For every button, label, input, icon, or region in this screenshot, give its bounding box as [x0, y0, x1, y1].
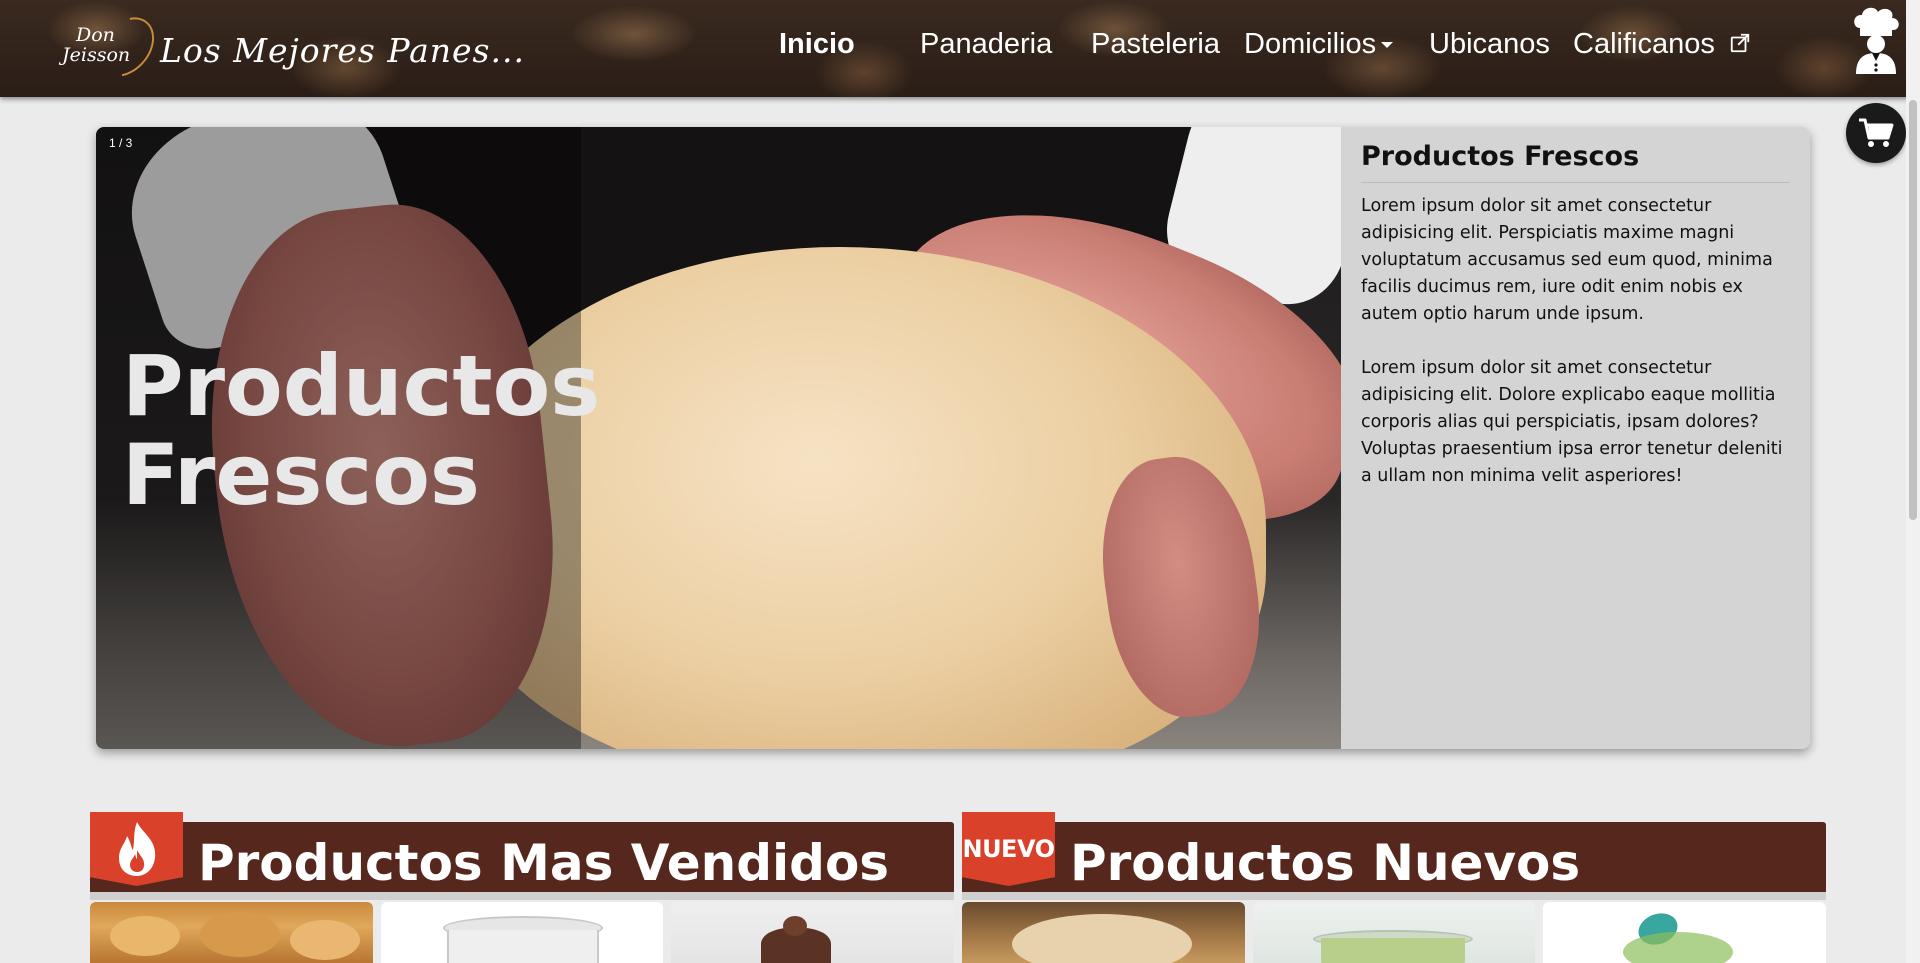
chef-icon[interactable] — [1850, 6, 1902, 74]
logo-line-don: Don — [76, 24, 115, 46]
external-link-icon — [1730, 33, 1750, 53]
product-card[interactable] — [90, 902, 373, 963]
chevron-down-icon — [1381, 42, 1394, 49]
best-sellers-badge — [90, 812, 183, 886]
new-products-section: NUEVO Productos Nuevos — [962, 812, 1827, 963]
product-card[interactable] — [962, 902, 1245, 963]
new-products-cards — [962, 902, 1827, 963]
cart-icon — [1859, 118, 1894, 147]
hero-paragraph-1: Lorem ipsum dolor sit amet consectetur a… — [1361, 196, 1773, 324]
product-card[interactable] — [671, 902, 955, 963]
nav-item-domicilios-label: Domicilios — [1244, 28, 1377, 60]
nuevo-badge-text: NUEVO — [962, 835, 1055, 863]
hero-slide-image[interactable]: 1 / 3 Productos Frescos — [96, 127, 1341, 749]
product-card[interactable] — [380, 902, 664, 963]
brand-link[interactable]: Don Jeisson Los Mejores Panes... — [62, 6, 525, 88]
nav-item-calificanos-label: Calificanos — [1573, 28, 1715, 60]
nav-item-calificanos[interactable]: Calificanos — [1573, 28, 1751, 61]
hero-carousel: 1 / 3 Productos Frescos Productos Fresco… — [96, 127, 1810, 749]
new-products-badge: NUEVO — [962, 812, 1055, 886]
page-scrollbar[interactable] — [1906, 0, 1920, 963]
nav-item-ubicanos[interactable]: Ubicanos — [1429, 28, 1550, 61]
scrollbar-thumb[interactable] — [1909, 100, 1917, 520]
hero-paragraph-2: Lorem ipsum dolor sit amet consectetur a… — [1361, 358, 1783, 486]
slide-counter: 1 / 3 — [109, 136, 133, 150]
hero-title: Productos Frescos — [122, 337, 601, 524]
best-sellers-cards — [90, 902, 955, 963]
brand-tagline: Los Mejores Panes... — [160, 30, 525, 70]
hero-aside-title: Productos Frescos — [1361, 141, 1790, 183]
new-products-title: Productos Nuevos — [1070, 834, 1581, 892]
product-card[interactable] — [1543, 902, 1827, 963]
logo-line-jeisson: Jeisson — [62, 44, 131, 66]
best-sellers-title: Productos Mas Vendidos — [198, 834, 890, 892]
nav-item-panaderia[interactable]: Panaderia — [920, 28, 1052, 61]
best-sellers-section: Productos Mas Vendidos — [90, 812, 955, 963]
brand-logo: Don Jeisson — [62, 6, 166, 88]
top-navbar: Don Jeisson Los Mejores Panes... Inicio … — [0, 0, 1920, 97]
cart-button[interactable] — [1846, 103, 1906, 163]
nav-item-inicio[interactable]: Inicio — [779, 28, 855, 61]
hero-description-panel: Productos Frescos Lorem ipsum dolor sit … — [1341, 127, 1810, 749]
fire-icon — [118, 822, 155, 876]
nav-item-pasteleria[interactable]: Pasteleria — [1091, 28, 1220, 61]
nav-item-domicilios[interactable]: Domicilios — [1244, 28, 1394, 61]
product-card[interactable] — [1252, 902, 1536, 963]
